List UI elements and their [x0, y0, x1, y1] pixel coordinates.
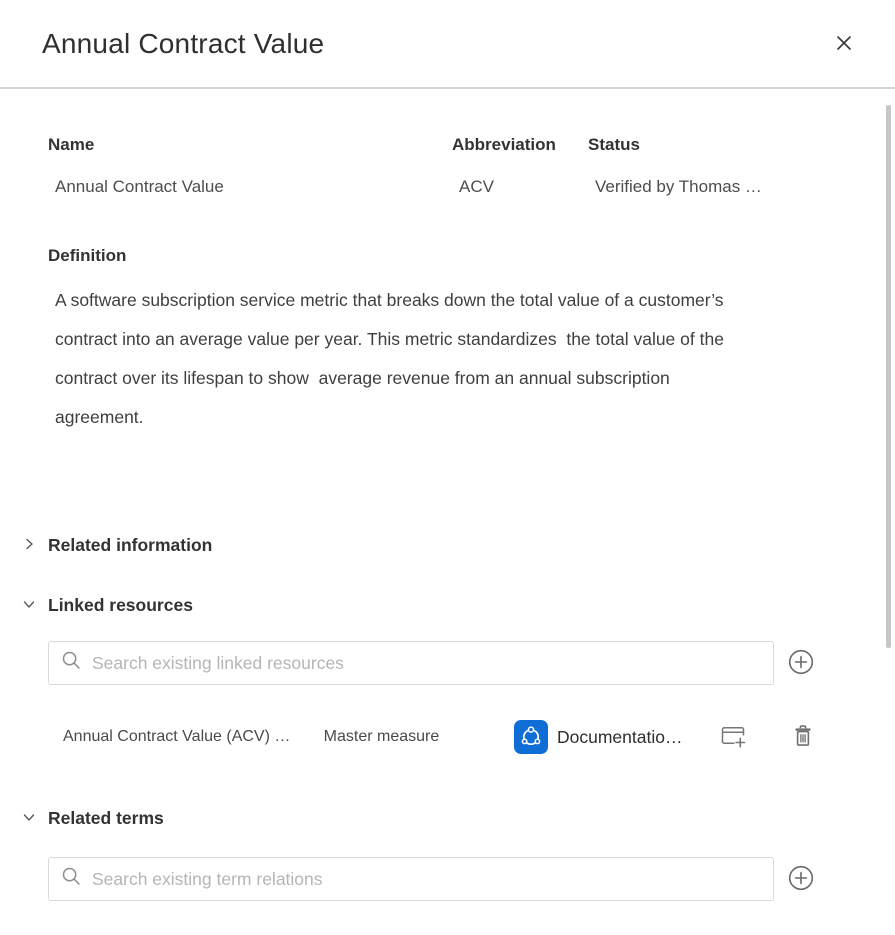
field-status-label: Status: [588, 135, 815, 155]
definition-label: Definition: [48, 245, 815, 267]
term-fields: Name Annual Contract Value Abbreviation …: [48, 135, 815, 197]
definition-text: A software subscription service metric t…: [48, 281, 815, 437]
app-badge-icon: [514, 720, 548, 754]
definition-section: Definition A software subscription servi…: [48, 245, 815, 437]
section-related-terms-toggle[interactable]: Related terms: [22, 806, 815, 830]
linked-resource-row: Annual Contract Value (ACV) … Master mea…: [48, 715, 815, 759]
linked-resources-search-box: [48, 641, 774, 685]
related-terms-search-input[interactable]: [92, 859, 761, 899]
close-button[interactable]: [827, 28, 861, 62]
field-abbreviation: Abbreviation ACV: [452, 135, 588, 197]
delete-resource-button[interactable]: [791, 724, 815, 750]
open-in-new-window-button[interactable]: [719, 723, 747, 751]
search-icon: [61, 650, 82, 676]
resource-app-name: Documentatio…: [557, 727, 705, 748]
field-name-label: Name: [48, 135, 452, 155]
resource-app-link[interactable]: Documentatio…: [514, 720, 705, 754]
chevron-right-icon: [22, 537, 36, 551]
definition-line: contract over its lifespan to show avera…: [55, 359, 815, 398]
chevron-down-icon: [22, 810, 36, 824]
field-abbreviation-value: ACV: [452, 177, 588, 197]
linked-resources-search-row: [48, 641, 815, 685]
resource-type: Master measure: [324, 728, 455, 746]
modal-body: Name Annual Contract Value Abbreviation …: [0, 135, 863, 901]
term-detail-modal: Annual Contract Value Name Annual Contra…: [0, 0, 895, 935]
plus-circle-icon: [787, 648, 815, 679]
related-terms-search-row: [48, 857, 815, 901]
linked-resources-search-input[interactable]: [92, 643, 761, 683]
search-icon: [61, 866, 82, 892]
section-linked-resources-label: Linked resources: [48, 595, 193, 616]
resource-name: Annual Contract Value (ACV) …: [48, 728, 324, 746]
vertical-scrollbar-thumb[interactable]: [886, 105, 891, 648]
field-name-value: Annual Contract Value: [48, 177, 452, 197]
definition-line: agreement.: [55, 398, 815, 437]
modal-header: Annual Contract Value: [0, 0, 895, 89]
field-abbreviation-label: Abbreviation: [452, 135, 588, 155]
section-linked-resources-toggle[interactable]: Linked resources: [22, 593, 815, 617]
definition-line: A software subscription service metric t…: [55, 281, 815, 320]
add-term-relation-button[interactable]: [787, 865, 815, 893]
window-plus-icon: [719, 722, 747, 753]
field-name: Name Annual Contract Value: [48, 135, 452, 197]
section-related-information-toggle[interactable]: Related information: [22, 533, 815, 557]
section-related-information-label: Related information: [48, 535, 212, 556]
section-related-terms-label: Related terms: [48, 808, 164, 829]
trash-icon: [791, 723, 815, 752]
related-terms-search-box: [48, 857, 774, 901]
plus-circle-icon: [787, 864, 815, 895]
definition-line: contract into an average value per year.…: [55, 320, 815, 359]
close-icon: [833, 32, 855, 57]
add-linked-resource-button[interactable]: [787, 649, 815, 677]
page-title: Annual Contract Value: [42, 28, 827, 60]
field-status: Status Verified by Thomas …: [588, 135, 815, 197]
field-status-value: Verified by Thomas …: [588, 177, 815, 197]
chevron-down-icon: [22, 597, 36, 611]
